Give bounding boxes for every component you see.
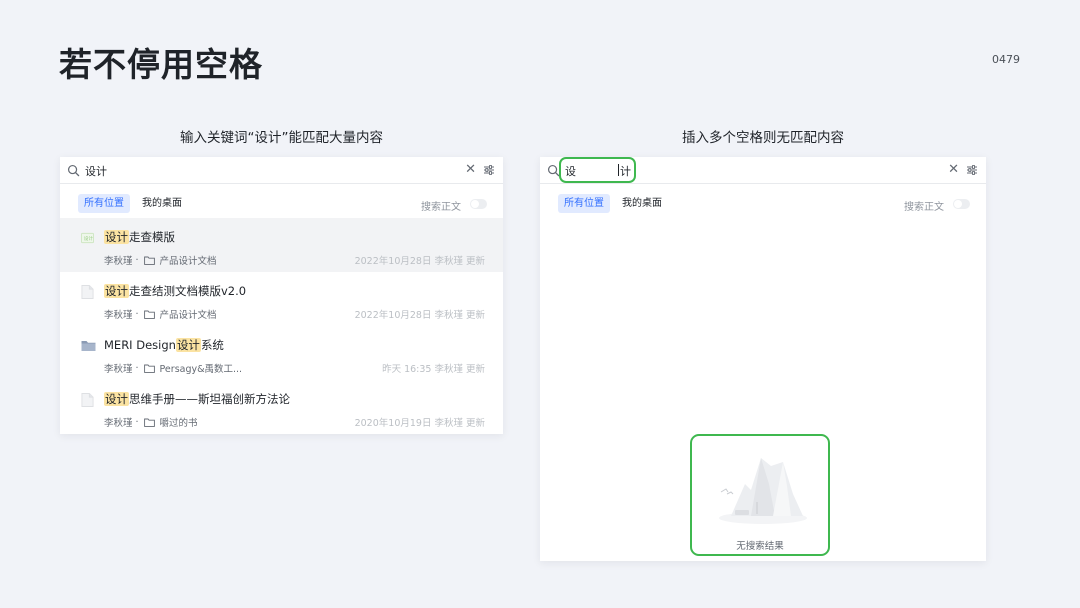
result-title: 设计走查模版: [104, 230, 175, 244]
search-input[interactable]: 设计: [85, 163, 107, 179]
left-caption: 输入关键词“设计”能匹配大量内容: [180, 130, 383, 146]
doc-icon: [81, 285, 94, 299]
result-title: MERI Design设计系统: [104, 338, 224, 352]
fulltext-toggle[interactable]: [953, 199, 970, 209]
folder-outline-icon: [143, 256, 155, 265]
search-panel-right: 设 计 ✕ 所有位置 我的桌面 搜索正文 无搜索结果: [540, 157, 986, 561]
close-icon[interactable]: ✕: [948, 162, 959, 178]
search-bar[interactable]: 设 计 ✕: [540, 157, 986, 184]
folder-outline-icon: [143, 364, 155, 373]
tab-my-desktop[interactable]: 我的桌面: [136, 194, 188, 213]
tab-all-locations[interactable]: 所有位置: [78, 194, 130, 213]
page-number: 0479: [992, 53, 1020, 66]
result-meta: 李秋瑾 · 嚼过的书: [104, 416, 198, 430]
result-row[interactable]: 设计思维手册——斯坦福创新方法论 李秋瑾 · 嚼过的书 2020年10月19日 李秋…: [60, 380, 503, 434]
search-icon: [67, 164, 80, 177]
slide-title: 若不停用空格: [59, 45, 263, 84]
tab-my-desktop[interactable]: 我的桌面: [616, 194, 668, 213]
empty-illustration: [719, 458, 807, 524]
sheet-icon: 设计: [81, 232, 94, 244]
result-row[interactable]: 设计 设计走查模版 李秋瑾 · 产品设计文档 2022年10月28日 李秋瑾 更新: [60, 218, 503, 272]
filter-row: 所有位置 我的桌面 搜索正文: [60, 184, 503, 218]
search-panel-left: 设计 ✕ 所有位置 我的桌面 搜索正文 设计 设计走查模版 李秋瑾 · 产品设计文档…: [60, 157, 503, 434]
empty-state-text: 无搜索结果: [736, 541, 784, 552]
result-row[interactable]: 设计走查结测文档模版v2.0 李秋瑾 · 产品设计文档 2022年10月28日 李秋…: [60, 272, 503, 326]
close-icon[interactable]: ✕: [465, 162, 476, 178]
filter-row: 所有位置 我的桌面 搜索正文: [540, 184, 986, 218]
empty-state: 无搜索结果: [690, 434, 830, 556]
folder-outline-icon: [143, 418, 155, 427]
result-meta: 李秋瑾 · Persagy&禹数工...: [104, 362, 243, 376]
folder-icon: [81, 341, 96, 351]
doc-icon: [81, 393, 94, 407]
folder-outline-icon: [143, 310, 155, 319]
result-time: 2020年10月19日 李秋瑾 更新: [354, 418, 485, 429]
result-time: 2022年10月28日 李秋瑾 更新: [354, 310, 485, 321]
filter-icon[interactable]: [966, 164, 978, 176]
result-meta: 李秋瑾 · 产品设计文档: [104, 308, 217, 322]
right-caption: 插入多个空格则无匹配内容: [682, 130, 844, 146]
result-row[interactable]: MERI Design设计系统 李秋瑾 · Persagy&禹数工... 昨天 16…: [60, 326, 503, 380]
filter-icon[interactable]: [483, 164, 495, 176]
fulltext-toggle[interactable]: [470, 199, 487, 209]
tab-all-locations[interactable]: 所有位置: [558, 194, 610, 213]
result-meta: 李秋瑾 · 产品设计文档: [104, 254, 217, 268]
result-title: 设计思维手册——斯坦福创新方法论: [104, 392, 290, 406]
result-time: 2022年10月28日 李秋瑾 更新: [354, 256, 485, 267]
fulltext-label: 搜索正文: [421, 202, 461, 213]
result-time: 昨天 16:35 李秋瑾 更新: [382, 364, 485, 375]
search-bar[interactable]: 设计 ✕: [60, 157, 503, 184]
annotation-highlight-box: [559, 157, 636, 183]
result-title: 设计走查结测文档模版v2.0: [104, 284, 247, 298]
fulltext-label: 搜索正文: [904, 202, 944, 213]
